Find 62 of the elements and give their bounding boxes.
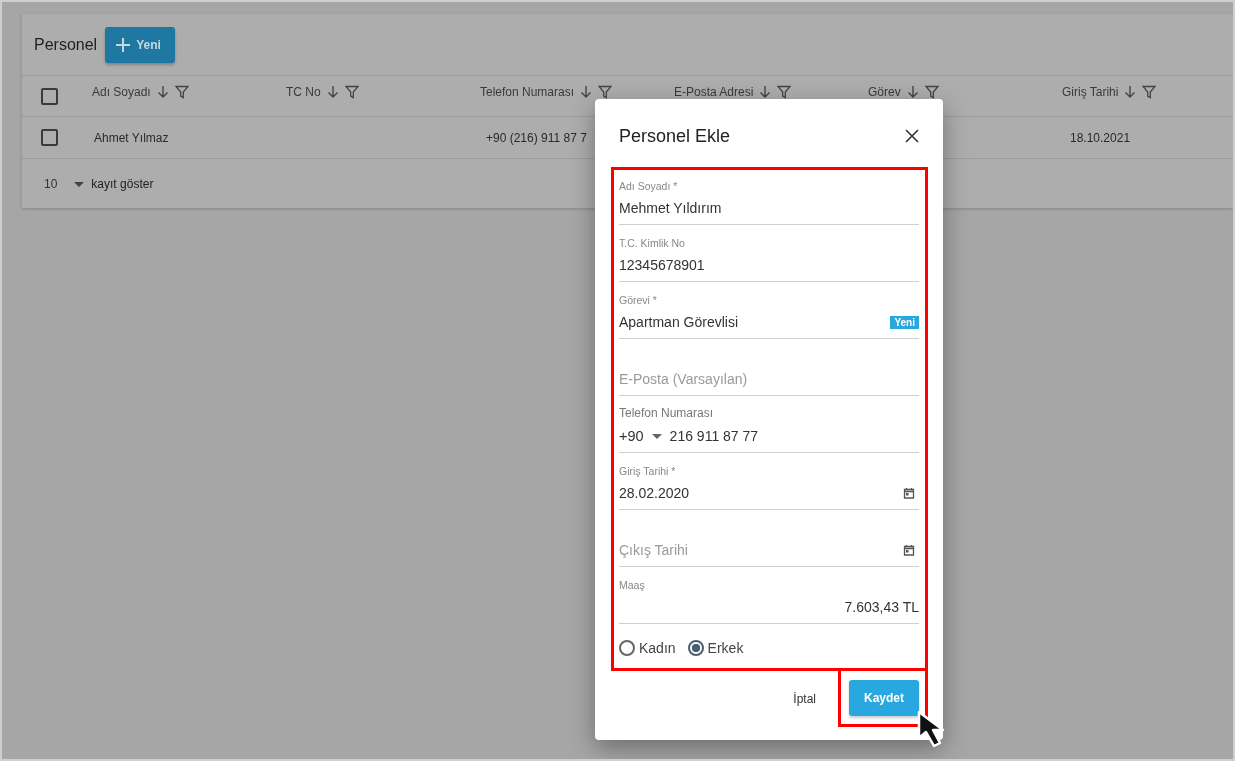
page-title: Personel	[34, 35, 98, 54]
field-label: Giriş Tarihi *	[619, 465, 676, 477]
filter-icon[interactable]	[1142, 85, 1157, 99]
field-label: Maaş	[619, 579, 645, 591]
field-label: Telefon Numarası	[619, 406, 714, 420]
radio-label[interactable]: Kadın	[639, 640, 676, 656]
text-field[interactable]: Mehmet Yıldırım	[619, 196, 919, 225]
money-field[interactable]: 7.603,43 TL	[619, 595, 919, 624]
date-field[interactable]: Çıkış Tarihi	[619, 538, 919, 567]
field-label: Adı Soyadı *	[619, 180, 678, 192]
filter-icon[interactable]	[598, 85, 613, 99]
radio-button[interactable]	[619, 640, 635, 656]
calendar-icon[interactable]	[903, 487, 915, 499]
select-all-checkbox[interactable]	[41, 87, 58, 105]
sort-arrow-icon[interactable]	[759, 85, 772, 99]
column-header[interactable]: Giriş Tarihi	[1062, 85, 1119, 99]
field-value: Mehmet Yıldırım	[619, 200, 722, 216]
column-header[interactable]: Telefon Numarası	[480, 85, 575, 99]
field-value: Apartman Görevlisi	[619, 314, 739, 330]
field-value: 12345678901	[619, 257, 705, 273]
column-header[interactable]: Görev	[868, 85, 901, 99]
column-header[interactable]: E-Posta Adresi	[674, 85, 754, 99]
phone-field[interactable]: +90 216 911 87 77	[619, 424, 919, 453]
filter-icon[interactable]	[174, 85, 189, 99]
field-label: T.C. Kimlik No	[619, 237, 685, 249]
sort-arrow-icon[interactable]	[156, 85, 169, 99]
row-checkbox[interactable]	[41, 129, 58, 146]
page-size-select[interactable]: 10	[44, 177, 58, 191]
new-button[interactable]: Yeni	[105, 26, 175, 63]
dialog-title: Personel Ekle	[619, 125, 731, 147]
text-field[interactable]: Apartman Görevlisi Yeni	[619, 310, 919, 339]
field-label: Görevi *	[619, 294, 657, 306]
text-field[interactable]: 12345678901	[619, 253, 919, 282]
country-code-select[interactable]: +90	[619, 428, 644, 444]
table-cell: 18.10.2021	[1070, 130, 1131, 145]
field-value: 28.02.2020	[619, 485, 690, 501]
radio-label[interactable]: Erkek	[707, 640, 744, 656]
sort-arrow-icon[interactable]	[326, 85, 339, 99]
filter-icon[interactable]	[344, 85, 359, 99]
sort-arrow-icon[interactable]	[580, 85, 593, 99]
close-icon[interactable]	[905, 129, 919, 143]
field-value: 216 911 87 77	[669, 428, 759, 444]
caret-icon[interactable]	[651, 433, 662, 439]
calendar-icon[interactable]	[903, 544, 915, 556]
caret-icon[interactable]	[74, 181, 85, 187]
cancel-button[interactable]: İptal	[789, 684, 820, 714]
page-size-label: kayıt göster	[91, 177, 154, 191]
radio-button[interactable]	[687, 640, 704, 656]
plus-icon	[115, 36, 132, 53]
sort-arrow-icon[interactable]	[906, 85, 919, 99]
field-value: 7.603,43 TL	[844, 599, 919, 615]
table-cell: +90 (216) 911 87 7	[486, 130, 587, 145]
column-header[interactable]: Adı Soyadı	[92, 85, 151, 99]
sort-arrow-icon[interactable]	[1124, 85, 1137, 99]
field-placeholder: E-Posta (Varsayılan)	[619, 371, 748, 387]
filter-icon[interactable]	[777, 85, 792, 99]
table-cell: Ahmet Yılmaz	[94, 130, 169, 145]
text-field[interactable]: E-Posta (Varsayılan)	[619, 367, 919, 396]
date-field[interactable]: 28.02.2020	[619, 481, 919, 510]
column-header[interactable]: TC No	[286, 85, 321, 99]
field-placeholder: Çıkış Tarihi	[619, 542, 688, 558]
filter-icon[interactable]	[924, 85, 939, 99]
